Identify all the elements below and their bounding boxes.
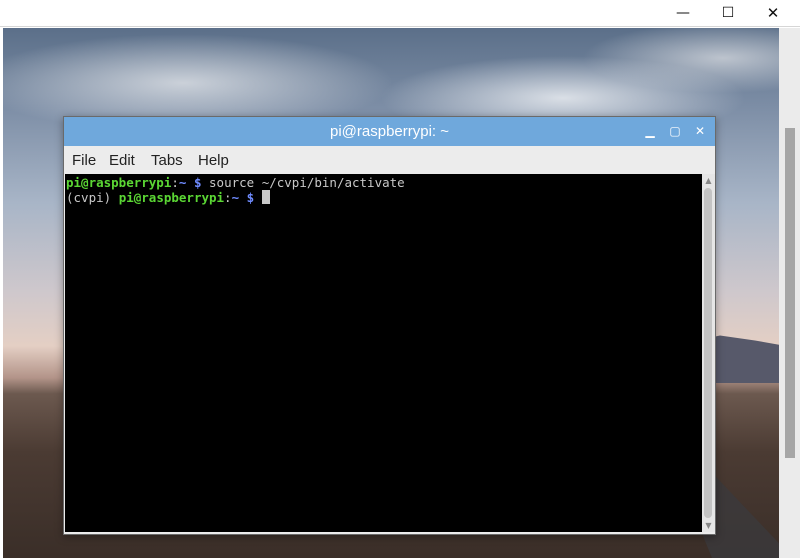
host-scroll-corner [779,540,800,558]
host-maximize-button[interactable]: ☐ [705,0,751,26]
host-minimize-button[interactable]: — [660,0,706,26]
menu-file[interactable]: File [72,146,96,176]
terminal-screen[interactable]: pi@raspberrypi:~ $ source ~/cvpi/bin/act… [65,174,702,532]
prompt-user-host: pi@raspberrypi [66,175,172,190]
terminal-minimize-button[interactable]: ▁ [639,117,661,146]
prompt-dollar: $ [246,190,255,205]
terminal-vertical-scrollbar[interactable]: ▲ ▼ [702,174,715,532]
menu-help[interactable]: Help [198,146,229,176]
terminal-window: pi@raspberrypi: ~ ▁ ▢ ✕ File Edit Tabs H… [63,116,716,535]
menu-edit[interactable]: Edit [109,146,135,176]
host-vertical-scrollbar[interactable] [779,28,800,558]
terminal-scrollbar-thumb[interactable] [704,188,712,518]
prompt-separator: : [224,190,232,205]
host-title-bar: — ☐ ✕ [0,0,800,27]
terminal-line: (cvpi) pi@raspberrypi:~ $ [66,190,270,206]
prompt-separator: : [171,175,179,190]
terminal-title: pi@raspberrypi: ~ [329,123,450,140]
host-close-button[interactable]: ✕ [750,0,796,26]
prompt-dollar: $ [193,175,202,190]
prompt-path: ~ [231,190,240,205]
command-text: source ~/cvpi/bin/activate [209,175,405,190]
terminal-maximize-button[interactable]: ▢ [664,117,686,146]
scroll-up-arrow-icon[interactable]: ▲ [702,174,715,187]
prompt-virtualenv: (cvpi) [66,190,112,205]
terminal-close-button[interactable]: ✕ [689,117,711,146]
terminal-menu-bar: File Edit Tabs Help [64,146,715,173]
text-cursor [261,190,270,204]
scroll-down-arrow-icon[interactable]: ▼ [702,519,715,532]
menu-tabs[interactable]: Tabs [151,146,183,176]
terminal-title-bar[interactable]: pi@raspberrypi: ~ ▁ ▢ ✕ [64,117,715,146]
prompt-path: ~ [178,175,187,190]
terminal-line: pi@raspberrypi:~ $ source ~/cvpi/bin/act… [66,175,405,191]
host-scrollbar-thumb[interactable] [785,128,795,458]
prompt-user-host: pi@raspberrypi [118,190,225,205]
